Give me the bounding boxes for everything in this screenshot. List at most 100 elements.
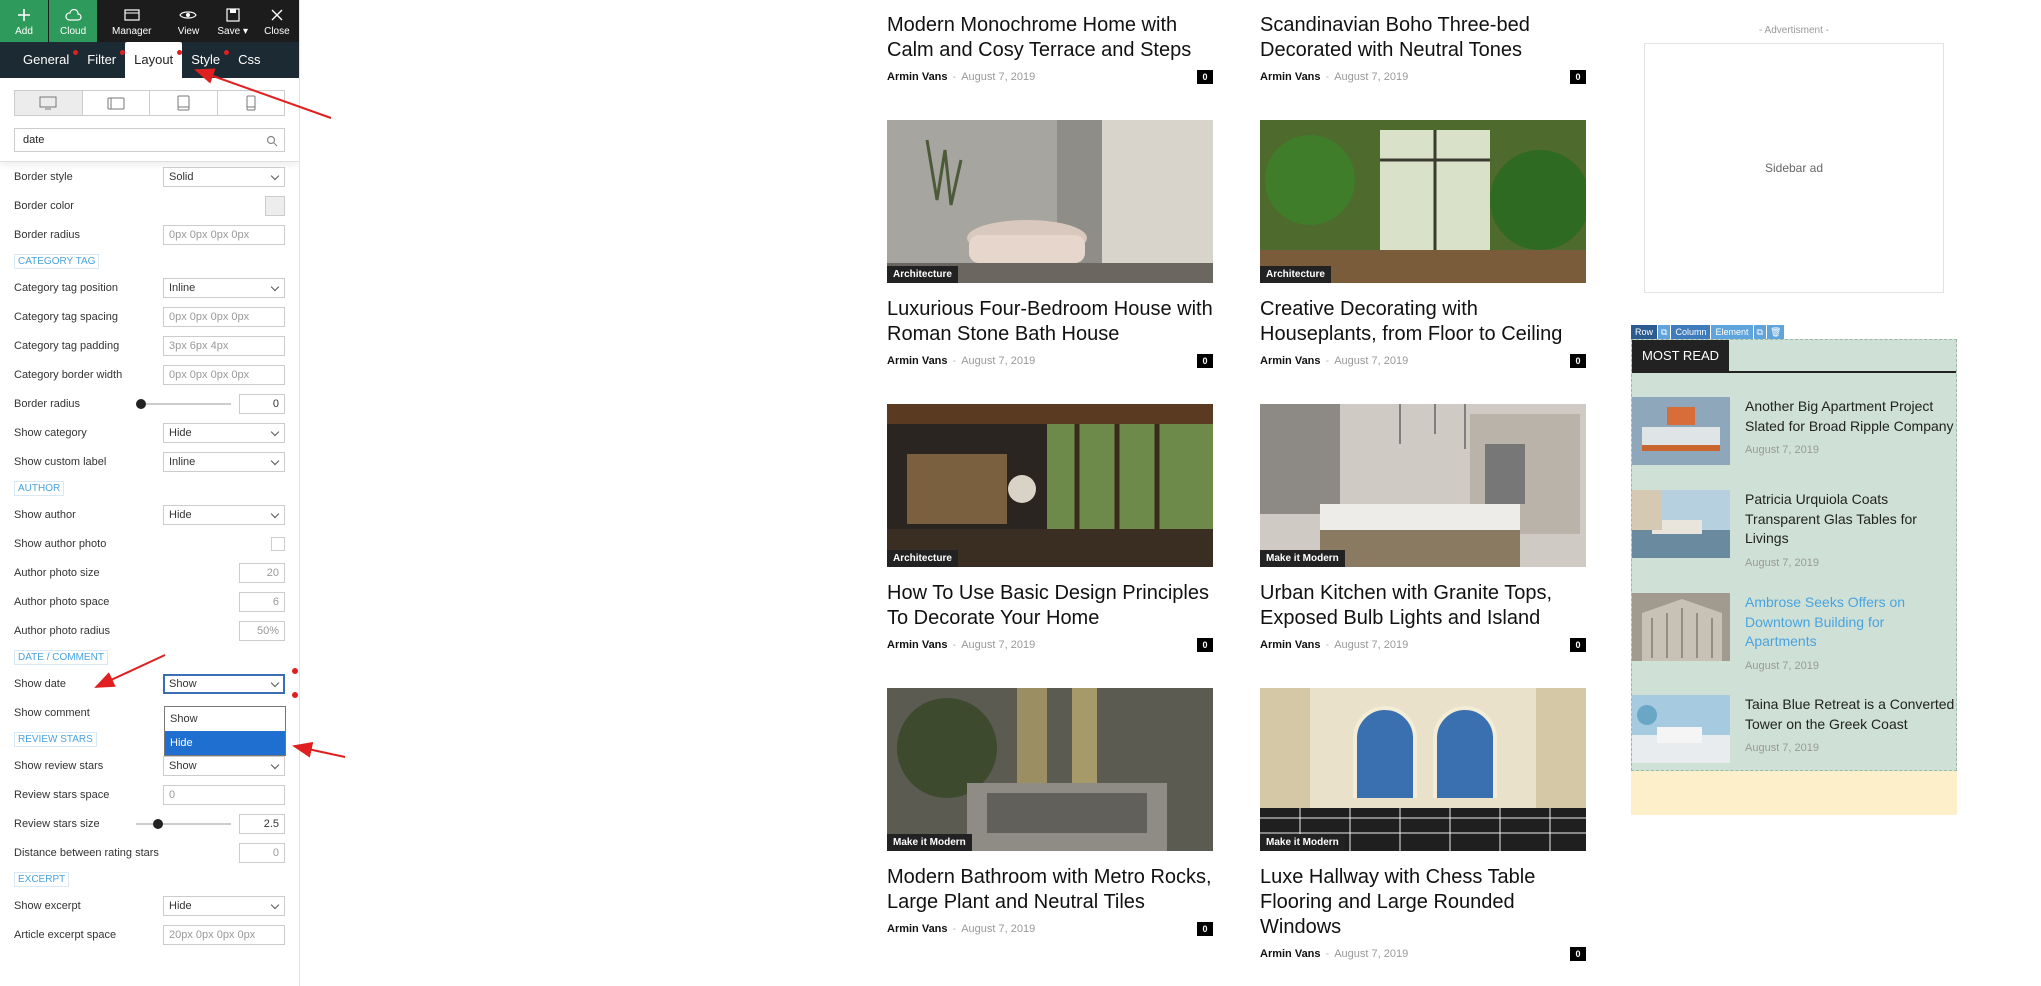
article-thumbnail[interactable]: Architecture	[887, 120, 1213, 283]
article-author[interactable]: Armin Vans	[1260, 948, 1321, 960]
settings-search-input[interactable]: date	[14, 128, 285, 152]
show-excerpt-select[interactable]: Hide	[163, 895, 285, 916]
dropdown-option-hide[interactable]: Hide	[165, 731, 285, 755]
column-label-button[interactable]: Column	[1671, 325, 1711, 339]
category-border-radius-input[interactable]: 0	[239, 393, 285, 414]
show-date-select[interactable]: Show	[163, 673, 285, 694]
most-read-title[interactable]: Ambrose Seeks Offers on Downtown Buildin…	[1745, 593, 1955, 652]
article-card[interactable]: Architecture Creative Decorating with Ho…	[1260, 120, 1586, 369]
article-title[interactable]: Luxe Hallway with Chess Table Flooring a…	[1260, 865, 1586, 940]
category-tag[interactable]: Make it Modern	[1260, 834, 1345, 851]
most-read-thumbnail[interactable]	[1632, 490, 1730, 558]
show-author-photo-checkbox[interactable]	[271, 536, 285, 551]
border-style-select[interactable]: Solid	[163, 166, 285, 187]
comment-count[interactable]: 0	[1197, 70, 1213, 84]
desktop-device-button[interactable]	[15, 91, 83, 115]
duplicate-icon[interactable]: ⧉	[1753, 325, 1766, 339]
slider-handle[interactable]	[153, 818, 163, 829]
article-excerpt-space-input[interactable]: 20px 0px 0px 0px	[163, 924, 285, 945]
cloud-button[interactable]: Cloud	[49, 0, 98, 42]
article-author[interactable]: Armin Vans	[1260, 71, 1321, 83]
article-title[interactable]: Urban Kitchen with Granite Tops, Exposed…	[1260, 581, 1586, 631]
article-thumbnail[interactable]: Make it Modern	[1260, 404, 1586, 567]
article-card[interactable]: Make it Modern Luxe Hallway with Chess T…	[1260, 688, 1586, 962]
save-button[interactable]: Save ▾	[211, 0, 255, 42]
article-card[interactable]: Architecture Luxurious Four-Bedroom Hous…	[887, 120, 1213, 369]
article-author[interactable]: Armin Vans	[887, 923, 948, 935]
most-read-thumbnail[interactable]	[1632, 593, 1730, 661]
article-title[interactable]: Modern Bathroom with Metro Rocks, Large …	[887, 865, 1213, 915]
show-custom-label-select[interactable]: Inline	[163, 451, 285, 472]
comment-count[interactable]: 0	[1570, 354, 1586, 368]
add-button[interactable]: Add	[0, 0, 49, 42]
article-card[interactable]: Scandinavian Boho Three-bed Decorated wi…	[1260, 13, 1586, 85]
article-thumbnail[interactable]: Make it Modern	[887, 688, 1213, 851]
sidebar-ad[interactable]: Sidebar ad	[1644, 43, 1944, 293]
author-photo-size-input[interactable]: 20	[239, 562, 285, 583]
distance-rating-stars-input[interactable]: 0	[239, 842, 285, 863]
review-stars-size-slider[interactable]	[136, 818, 231, 829]
close-button[interactable]: Close	[255, 0, 299, 42]
comment-count[interactable]: 0	[1197, 354, 1213, 368]
tab-general[interactable]: General	[14, 42, 79, 78]
article-card[interactable]: Make it Modern Modern Bathroom with Metr…	[887, 688, 1213, 937]
slider-handle[interactable]	[136, 398, 146, 409]
show-author-select[interactable]: Hide	[163, 504, 285, 525]
article-thumbnail[interactable]: Architecture	[887, 404, 1213, 567]
category-tag[interactable]: Make it Modern	[1260, 550, 1345, 567]
article-author[interactable]: Armin Vans	[1260, 639, 1321, 651]
article-thumbnail[interactable]: Architecture	[1260, 120, 1586, 283]
article-title[interactable]: Luxurious Four-Bedroom House with Roman …	[887, 297, 1213, 347]
category-tag[interactable]: Make it Modern	[887, 834, 972, 851]
article-author[interactable]: Armin Vans	[887, 355, 948, 367]
category-border-radius-slider[interactable]	[136, 398, 231, 409]
tablet-portrait-button[interactable]	[150, 91, 218, 115]
article-title[interactable]: Creative Decorating with Houseplants, fr…	[1260, 297, 1586, 347]
comment-count[interactable]: 0	[1570, 638, 1586, 652]
row-label-button[interactable]: Row	[1631, 325, 1658, 339]
author-photo-radius-input[interactable]: 50%	[239, 620, 285, 641]
tablet-landscape-button[interactable]	[83, 91, 150, 115]
article-card[interactable]: Modern Monochrome Home with Calm and Cos…	[887, 13, 1213, 85]
article-author[interactable]: Armin Vans	[887, 639, 948, 651]
category-tag-spacing-input[interactable]: 0px 0px 0px 0px	[163, 306, 285, 327]
author-photo-space-input[interactable]: 6	[239, 591, 285, 612]
review-stars-size-input[interactable]: 2.5	[239, 813, 285, 834]
comment-count[interactable]: 0	[1570, 947, 1586, 961]
review-stars-space-input[interactable]: 0	[163, 784, 285, 805]
tab-css[interactable]: Css	[229, 42, 269, 78]
most-read-title[interactable]: Taina Blue Retreat is a Converted Tower …	[1745, 695, 1955, 734]
article-card[interactable]: Make it Modern Urban Kitchen with Granit…	[1260, 404, 1586, 653]
border-radius-input[interactable]: 0px 0px 0px 0px	[163, 224, 285, 245]
article-thumbnail[interactable]: Make it Modern	[1260, 688, 1586, 851]
copy-icon[interactable]: ⧉	[1658, 325, 1671, 339]
trash-icon[interactable]: 🗑	[1766, 325, 1785, 339]
category-tag[interactable]: Architecture	[1260, 266, 1331, 283]
article-author[interactable]: Armin Vans	[1260, 355, 1321, 367]
category-border-width-input[interactable]: 0px 0px 0px 0px	[163, 364, 285, 385]
most-read-title[interactable]: Another Big Apartment Project Slated for…	[1745, 397, 1955, 436]
category-tag-padding-input[interactable]: 3px 6px 4px	[163, 335, 285, 356]
most-read-thumbnail[interactable]	[1632, 397, 1730, 465]
phone-button[interactable]	[218, 91, 285, 115]
show-category-select[interactable]: Hide	[163, 422, 285, 443]
manager-button[interactable]: Manager	[97, 0, 166, 42]
comment-count[interactable]: 0	[1197, 638, 1213, 652]
element-label-button[interactable]: Element	[1711, 325, 1753, 339]
dropdown-option-show[interactable]: Show	[165, 707, 285, 731]
article-card[interactable]: Architecture How To Use Basic Design Pri…	[887, 404, 1213, 653]
comment-count[interactable]: 0	[1197, 922, 1213, 936]
category-tag[interactable]: Architecture	[887, 550, 958, 567]
tab-filter[interactable]: Filter	[78, 42, 126, 78]
article-title[interactable]: Scandinavian Boho Three-bed Decorated wi…	[1260, 13, 1586, 63]
border-color-picker[interactable]	[265, 195, 285, 216]
most-read-thumbnail[interactable]	[1632, 695, 1730, 763]
show-review-stars-select[interactable]: Show	[163, 755, 285, 776]
article-author[interactable]: Armin Vans	[887, 71, 948, 83]
tab-style[interactable]: Style	[182, 42, 230, 78]
tab-layout[interactable]: Layout	[125, 42, 183, 78]
most-read-title[interactable]: Patricia Urquiola Coats Transparent Glas…	[1745, 490, 1955, 549]
category-tag[interactable]: Architecture	[887, 266, 958, 283]
comment-count[interactable]: 0	[1570, 70, 1586, 84]
article-title[interactable]: How To Use Basic Design Principles To De…	[887, 581, 1213, 631]
